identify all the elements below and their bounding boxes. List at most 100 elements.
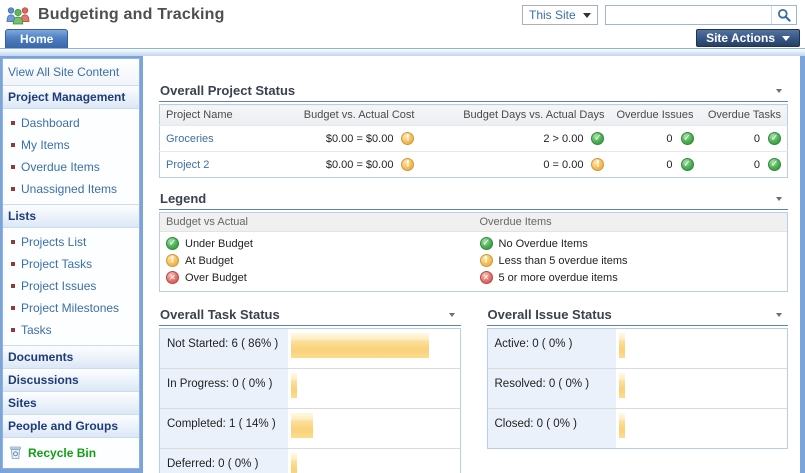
sidebar-item-project-issues[interactable]: Project Issues <box>3 275 139 297</box>
legend-headings: Budget vs Actual Overdue Items <box>160 213 787 232</box>
issue-status-chart: Active: 0 ( 0% ) Resolved: 0 ( 0% ) Clos… <box>487 328 789 449</box>
project-status-table: Project Name Budget vs. Actual Cost Budg… <box>159 104 788 178</box>
webpart-title: Overall Issue Status <box>488 307 612 322</box>
recycle-bin-icon <box>9 445 22 460</box>
chart-row: Closed: 0 ( 0% ) <box>488 408 788 448</box>
legend-item: Under Budget <box>160 235 474 252</box>
sidebar-item-dashboard[interactable]: Dashboard <box>3 112 139 134</box>
sidebar-view-all-link[interactable]: View All Site Content <box>3 59 139 86</box>
sidebar-recycle-bin[interactable]: Recycle Bin <box>3 438 139 468</box>
search-input[interactable] <box>606 6 771 24</box>
legend-heading-budget: Budget vs Actual <box>160 213 474 231</box>
chart-row-label: Completed: 1 ( 14% ) <box>160 409 288 448</box>
column-overdue-tasks: Overdue Tasks <box>700 105 788 126</box>
main-panel: Overall Project Status Project Name Budg… <box>143 56 800 473</box>
chevron-down-icon <box>776 313 782 317</box>
status-icon <box>401 132 414 145</box>
status-icon <box>681 132 694 145</box>
chart-row-label: Closed: 0 ( 0% ) <box>488 409 616 448</box>
chart-row-label: Deferred: 0 ( 0% ) <box>160 449 288 473</box>
app-window: Budgeting and Tracking This Site Home <box>0 0 805 473</box>
webpart-menu-button[interactable] <box>773 195 785 203</box>
overdue-tasks-value: 0 <box>754 133 760 145</box>
chart-row: Active: 0 ( 0% ) <box>488 329 788 368</box>
bullet-icon <box>11 284 15 288</box>
site-actions-label: Site Actions <box>706 31 775 45</box>
project-link[interactable]: Project 2 <box>166 159 209 171</box>
budget-cost-value: $0.00 = $0.00 <box>326 159 394 171</box>
webpart-header: Overall Issue Status <box>487 307 789 326</box>
chevron-down-icon <box>449 313 455 317</box>
chart-bar <box>291 413 313 438</box>
bullet-icon <box>11 165 15 169</box>
status-icon <box>591 132 604 145</box>
tab-home[interactable]: Home <box>5 29 68 48</box>
bullet-icon <box>11 187 15 191</box>
chart-row: Resolved: 0 ( 0% ) <box>488 368 788 408</box>
bullet-icon <box>11 143 15 147</box>
site-actions-button[interactable]: Site Actions <box>696 29 800 47</box>
chart-row-label: Resolved: 0 ( 0% ) <box>488 369 616 408</box>
chart-bar <box>291 453 297 473</box>
bullet-icon <box>11 240 15 244</box>
sidebar-item-unassigned-items[interactable]: Unassigned Items <box>3 178 139 200</box>
sidebar-section-discussions[interactable]: Discussions <box>3 369 139 392</box>
webpart-menu-button[interactable] <box>773 311 785 319</box>
webpart-header: Overall Project Status <box>159 83 788 102</box>
chart-bar-track <box>288 449 460 473</box>
content-area: View All Site Content Project Management… <box>0 56 805 473</box>
sidebar-item-overdue-items[interactable]: Overdue Items <box>3 156 139 178</box>
sidebar-section-project-management[interactable]: Project Management <box>3 86 139 109</box>
webpart-title: Overall Project Status <box>160 83 295 98</box>
search-button[interactable] <box>771 6 796 24</box>
status-icon <box>166 271 179 284</box>
top-nav-strip <box>0 48 805 56</box>
sidebar-section-lists[interactable]: Lists <box>3 205 139 228</box>
task-status-chart: Not Started: 6 ( 86% ) In Progress: 0 ( … <box>159 328 461 473</box>
sidebar-section-people-and-groups[interactable]: People and Groups <box>3 415 139 438</box>
sidebar-item-project-milestones[interactable]: Project Milestones <box>3 297 139 319</box>
webpart-legend: Legend Budget vs Actual Overdue Items Un <box>159 191 788 292</box>
site-people-icon <box>6 6 30 25</box>
overdue-tasks-value: 0 <box>754 159 760 171</box>
legend-box: Budget vs Actual Overdue Items Under Bud… <box>159 212 788 292</box>
chevron-down-icon <box>583 13 591 18</box>
sidebar-item-project-tasks[interactable]: Project Tasks <box>3 253 139 275</box>
legend-item: No Overdue Items <box>474 235 788 252</box>
bullet-icon <box>11 306 15 310</box>
page-title: Budgeting and Tracking <box>38 6 225 24</box>
search-scope-dropdown[interactable]: This Site <box>522 5 598 25</box>
webpart-header: Overall Task Status <box>159 307 461 326</box>
status-icon <box>480 254 493 267</box>
project-link[interactable]: Groceries <box>166 133 214 145</box>
sidebar-item-tasks[interactable]: Tasks <box>3 319 139 341</box>
status-icon <box>166 254 179 267</box>
webpart-title: Legend <box>160 191 206 206</box>
chart-bar-track <box>288 369 460 408</box>
column-budget-days: Budget Days vs. Actual Days <box>420 105 610 126</box>
budget-days-value: 2 > 0.00 <box>543 133 583 145</box>
sidebar-item-my-items[interactable]: My Items <box>3 134 139 156</box>
legend-item: Over Budget <box>160 269 474 286</box>
webpart-overall-project-status: Overall Project Status Project Name Budg… <box>159 83 788 178</box>
chart-bar <box>619 333 625 358</box>
sidebar-section-sites[interactable]: Sites <box>3 392 139 415</box>
chart-bar <box>619 413 625 438</box>
legend-item: At Budget <box>160 252 474 269</box>
status-charts-row: Overall Task Status Not Started: 6 ( 86%… <box>159 307 788 473</box>
webpart-menu-button[interactable] <box>446 311 458 319</box>
tab-home-label: Home <box>20 32 53 46</box>
webpart-overall-task-status: Overall Task Status Not Started: 6 ( 86%… <box>159 307 461 473</box>
sidebar-item-projects-list[interactable]: Projects List <box>3 231 139 253</box>
chevron-down-icon <box>782 36 790 41</box>
chart-row: In Progress: 0 ( 0% ) <box>160 368 460 408</box>
chart-bar-track <box>616 329 788 368</box>
webpart-menu-button[interactable] <box>773 87 785 95</box>
legend-heading-overdue: Overdue Items <box>474 213 788 231</box>
budget-cost-value: $0.00 = $0.00 <box>326 133 394 145</box>
column-budget-cost: Budget vs. Actual Cost <box>264 105 420 126</box>
status-icon <box>768 158 781 171</box>
chart-row-label: Not Started: 6 ( 86% ) <box>160 329 288 368</box>
sidebar-section-documents[interactable]: Documents <box>3 346 139 369</box>
status-icon <box>480 237 493 250</box>
